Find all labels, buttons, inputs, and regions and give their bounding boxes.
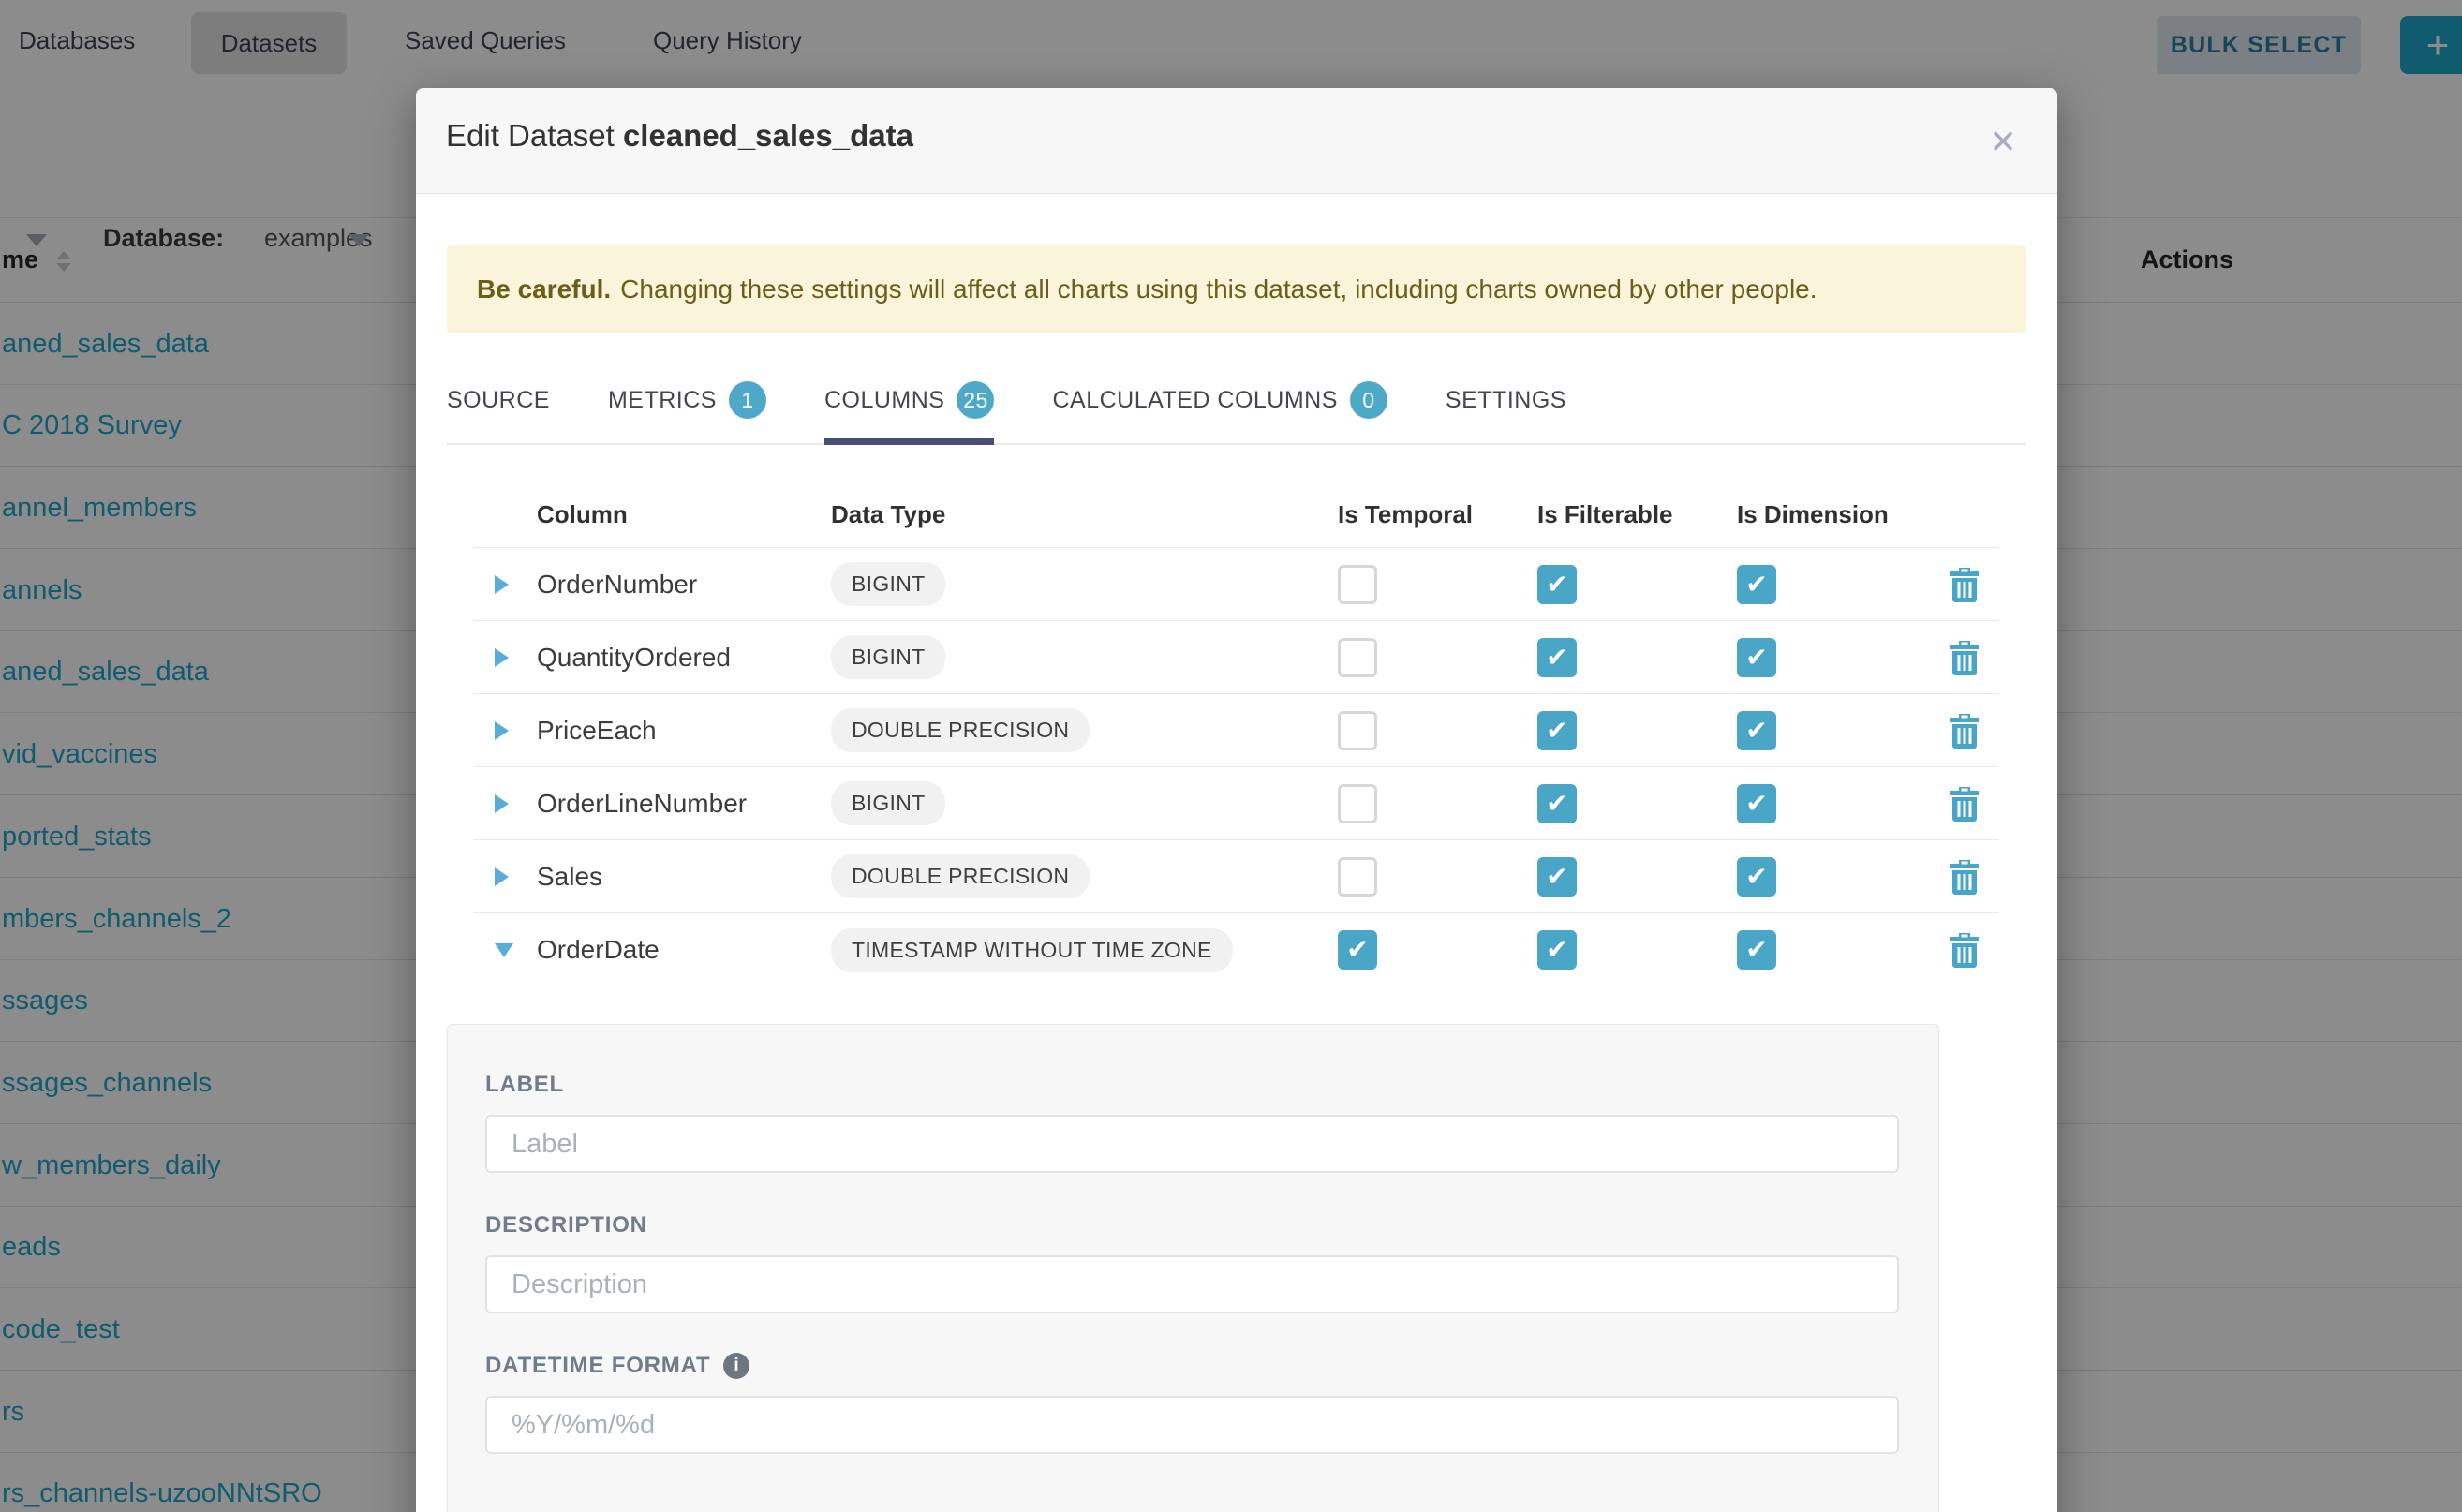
- tab-count-badge: 25: [957, 381, 994, 419]
- tab-settings[interactable]: SETTINGS: [1446, 381, 1566, 443]
- description-field-label: DESCRIPTION: [485, 1212, 1899, 1238]
- datetime-format-field-label: DATETIME FORMAT: [485, 1353, 710, 1379]
- is-filterable-checkbox[interactable]: [1537, 565, 1577, 604]
- is-filterable-checkbox[interactable]: [1537, 638, 1577, 677]
- is-filterable-checkbox[interactable]: [1537, 857, 1577, 897]
- delete-icon[interactable]: [1930, 785, 1998, 823]
- tab-label: COLUMNS: [824, 387, 945, 414]
- tab-metrics[interactable]: METRICS 1: [608, 381, 766, 443]
- header-is-temporal: Is Temporal: [1338, 500, 1537, 529]
- tab-label: SETTINGS: [1446, 387, 1566, 414]
- delete-icon[interactable]: [1930, 931, 1998, 969]
- modal-title: Edit Dataset cleaned_sales_data: [446, 118, 913, 154]
- close-icon[interactable]: ×: [1975, 112, 2031, 169]
- expand-caret-icon[interactable]: [474, 575, 537, 594]
- label-field-label: LABEL: [485, 1072, 1899, 1098]
- is-temporal-checkbox[interactable]: [1338, 784, 1377, 823]
- warning-bold: Be careful.: [477, 274, 611, 304]
- expand-caret-icon[interactable]: [474, 867, 537, 886]
- column-row: OrderDate TIMESTAMP WITHOUT TIME ZONE: [474, 913, 1998, 986]
- is-temporal-checkbox[interactable]: [1338, 857, 1377, 897]
- datetime-format-field-group: DATETIME FORMAT i: [485, 1353, 1899, 1454]
- data-type-pill: DOUBLE PRECISION: [831, 708, 1090, 752]
- data-type-pill: BIGINT: [831, 781, 945, 825]
- is-temporal-checkbox[interactable]: [1338, 711, 1377, 750]
- data-type-pill: BIGINT: [831, 562, 945, 606]
- expand-caret-icon[interactable]: [474, 721, 537, 740]
- info-icon[interactable]: i: [723, 1353, 749, 1379]
- column-row: OrderLineNumber BIGINT: [474, 767, 1998, 840]
- description-input[interactable]: [485, 1255, 1899, 1313]
- is-dimension-checkbox[interactable]: [1737, 784, 1776, 823]
- is-dimension-checkbox[interactable]: [1737, 638, 1776, 677]
- warning-text: Changing these settings will affect all …: [620, 274, 1817, 304]
- tab-columns[interactable]: COLUMNS 25: [824, 381, 995, 443]
- modal-title-prefix: Edit Dataset: [446, 118, 615, 153]
- column-name: OrderLineNumber: [537, 789, 831, 819]
- is-dimension-checkbox[interactable]: [1737, 857, 1776, 897]
- column-name: OrderNumber: [537, 570, 831, 600]
- column-detail-panel: LABEL DESCRIPTION DATETIME FORMAT i: [447, 1024, 1939, 1512]
- delete-icon[interactable]: [1930, 639, 1998, 676]
- is-dimension-checkbox[interactable]: [1737, 565, 1776, 604]
- modal-title-dataset-name: cleaned_sales_data: [623, 118, 913, 153]
- modal-body: Be careful. Changing these settings will…: [416, 245, 2057, 1512]
- data-type-pill: DOUBLE PRECISION: [831, 854, 1090, 898]
- header-column: Column: [537, 500, 831, 529]
- modal-header: Edit Dataset cleaned_sales_data ×: [416, 88, 2057, 194]
- columns-table-header: Column Data Type Is Temporal Is Filterab…: [474, 482, 1998, 548]
- is-filterable-checkbox[interactable]: [1537, 711, 1577, 750]
- column-name: Sales: [537, 862, 831, 892]
- warning-banner: Be careful. Changing these settings will…: [447, 245, 2026, 333]
- tab-label: METRICS: [608, 387, 717, 414]
- tab-label: CALCULATED COLUMNS: [1052, 387, 1337, 414]
- columns-table: Column Data Type Is Temporal Is Filterab…: [474, 482, 1998, 986]
- header-is-dimension: Is Dimension: [1737, 500, 1930, 529]
- screen: Databases Datasets Saved Queries Query H…: [0, 0, 2462, 1512]
- header-is-filterable: Is Filterable: [1537, 500, 1737, 529]
- is-temporal-checkbox[interactable]: [1338, 565, 1377, 604]
- edit-dataset-modal: Edit Dataset cleaned_sales_data × Be car…: [416, 88, 2057, 1512]
- delete-icon[interactable]: [1930, 712, 1998, 749]
- data-type-pill: BIGINT: [831, 635, 945, 679]
- column-name: OrderDate: [537, 935, 831, 965]
- modal-tabs: SOURCE METRICS 1 COLUMNS 25 CALCULATED COL…: [447, 381, 2026, 445]
- is-filterable-checkbox[interactable]: [1537, 930, 1577, 970]
- data-type-pill: TIMESTAMP WITHOUT TIME ZONE: [831, 928, 1233, 972]
- tab-calculated-columns[interactable]: CALCULATED COLUMNS 0: [1052, 381, 1387, 443]
- column-row: Sales DOUBLE PRECISION: [474, 840, 1998, 913]
- label-field-group: LABEL: [485, 1072, 1899, 1173]
- delete-icon[interactable]: [1930, 858, 1998, 896]
- is-dimension-checkbox[interactable]: [1737, 930, 1776, 970]
- tab-count-badge: 1: [729, 381, 766, 419]
- is-filterable-checkbox[interactable]: [1537, 784, 1577, 823]
- datetime-format-input[interactable]: [485, 1396, 1899, 1454]
- label-input[interactable]: [485, 1115, 1899, 1173]
- delete-icon[interactable]: [1930, 566, 1998, 603]
- expand-caret-icon[interactable]: [474, 648, 537, 667]
- tab-label: SOURCE: [447, 387, 550, 414]
- column-name: PriceEach: [537, 716, 831, 746]
- is-temporal-checkbox[interactable]: [1338, 638, 1377, 677]
- collapse-caret-icon[interactable]: [474, 943, 537, 957]
- column-row: PriceEach DOUBLE PRECISION: [474, 694, 1998, 767]
- expand-caret-icon[interactable]: [474, 794, 537, 813]
- column-row: OrderNumber BIGINT: [474, 548, 1998, 621]
- tab-count-badge: 0: [1350, 381, 1387, 419]
- is-dimension-checkbox[interactable]: [1737, 711, 1776, 750]
- column-name: QuantityOrdered: [537, 643, 831, 673]
- is-temporal-checkbox[interactable]: [1338, 930, 1377, 970]
- description-field-group: DESCRIPTION: [485, 1212, 1899, 1313]
- column-row: QuantityOrdered BIGINT: [474, 621, 1998, 694]
- header-data-type: Data Type: [831, 500, 1338, 529]
- tab-source[interactable]: SOURCE: [447, 381, 550, 443]
